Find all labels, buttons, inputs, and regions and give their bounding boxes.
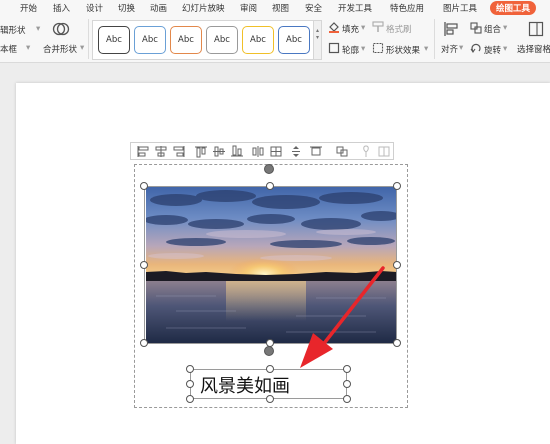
annotation-arrow <box>300 266 385 368</box>
